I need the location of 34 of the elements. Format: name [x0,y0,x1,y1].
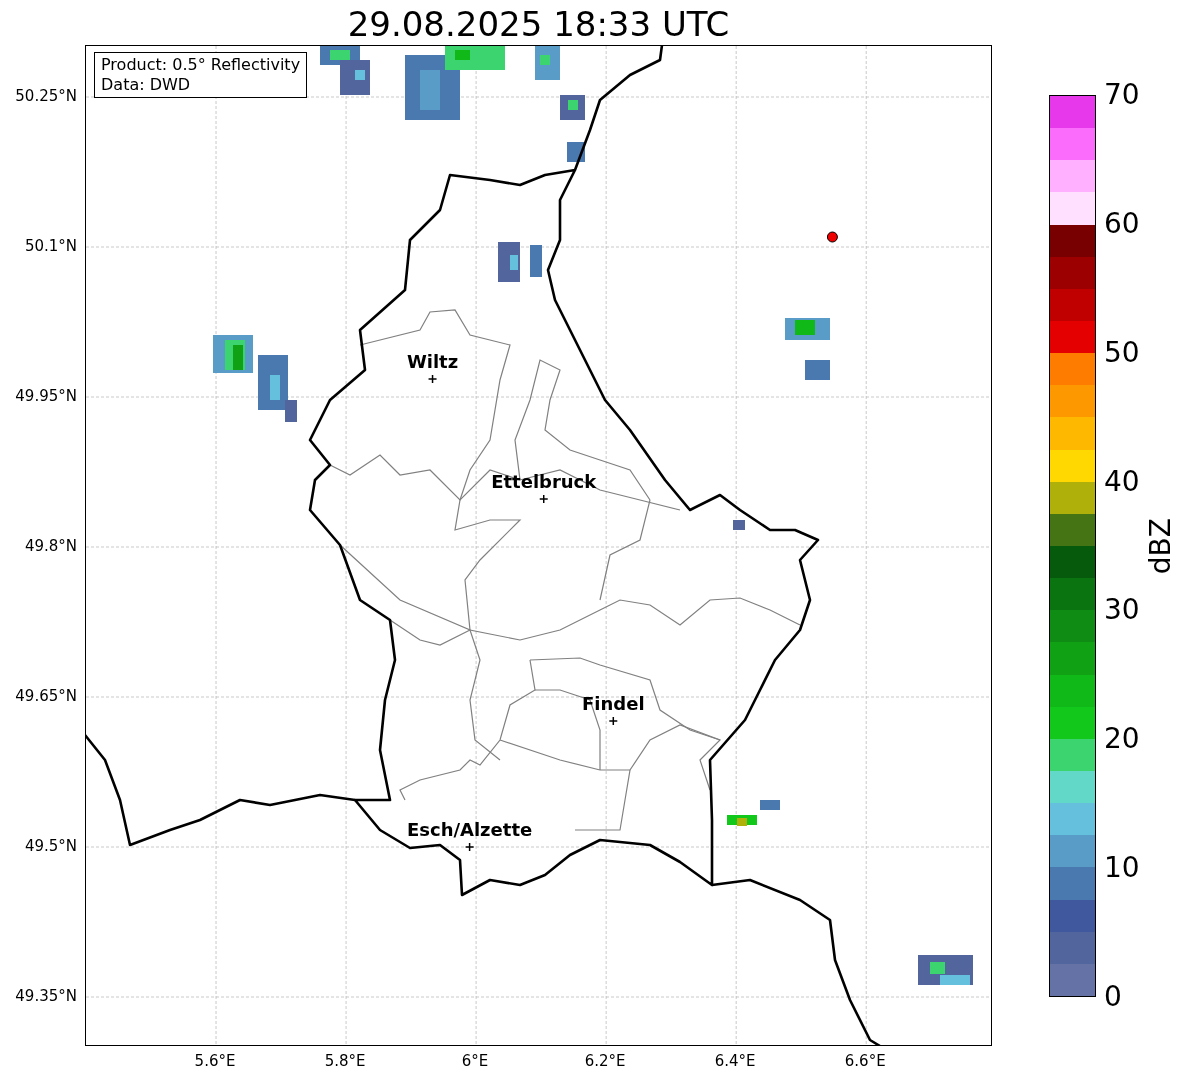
longitude-tick-label: 5.6°E [194,1052,236,1070]
colorbar-tick-label: 20 [1104,724,1140,755]
longitude-tick-label: 6.6°E [844,1052,886,1070]
city-label: Ettelbruck [491,472,597,492]
colorbar-tick-label: 60 [1104,208,1140,239]
latitude-tick-label: 50.25°N [15,87,77,105]
colorbar-tick-label: 30 [1104,595,1140,626]
city-marker-icon [608,716,619,726]
latitude-tick-label: 49.5°N [24,837,77,855]
radar-site-marker-icon [826,231,838,243]
latitude-tick-label: 50.1°N [24,237,77,255]
longitude-tick-label: 6°E [461,1052,489,1070]
longitude-tick-label: 5.8°E [324,1052,366,1070]
city-label: Findel [582,694,645,714]
latitude-tick-label: 49.65°N [15,687,77,705]
latitude-tick-label: 49.8°N [24,537,77,555]
city-marker-icon [464,842,475,852]
colorbar-tick-label: 40 [1104,466,1140,497]
colorbar-tick-label: 50 [1104,337,1140,368]
info-text: Product: 0.5° Reflectivity [101,55,301,75]
colorbar-tick-label: 10 [1104,853,1140,884]
chart-title: 29.08.2025 18:33 UTC [347,3,730,45]
city-marker-icon [427,374,438,384]
city-label: Wiltz [406,352,459,372]
colorbar-tick-label: 0 [1104,982,1122,1012]
colorbar-label: dBZ [1146,517,1176,575]
latitude-tick-label: 49.95°N [15,387,77,405]
latitude-tick-label: 49.35°N [15,987,77,1005]
info-text: Data: DWD [101,75,192,95]
longitude-tick-label: 6.2°E [584,1052,626,1070]
longitude-tick-label: 6.4°E [714,1052,756,1070]
city-marker-icon [539,494,549,504]
colorbar-tick-label: 70 [1104,80,1140,110]
city-label: Esch/Alzette [406,820,533,840]
